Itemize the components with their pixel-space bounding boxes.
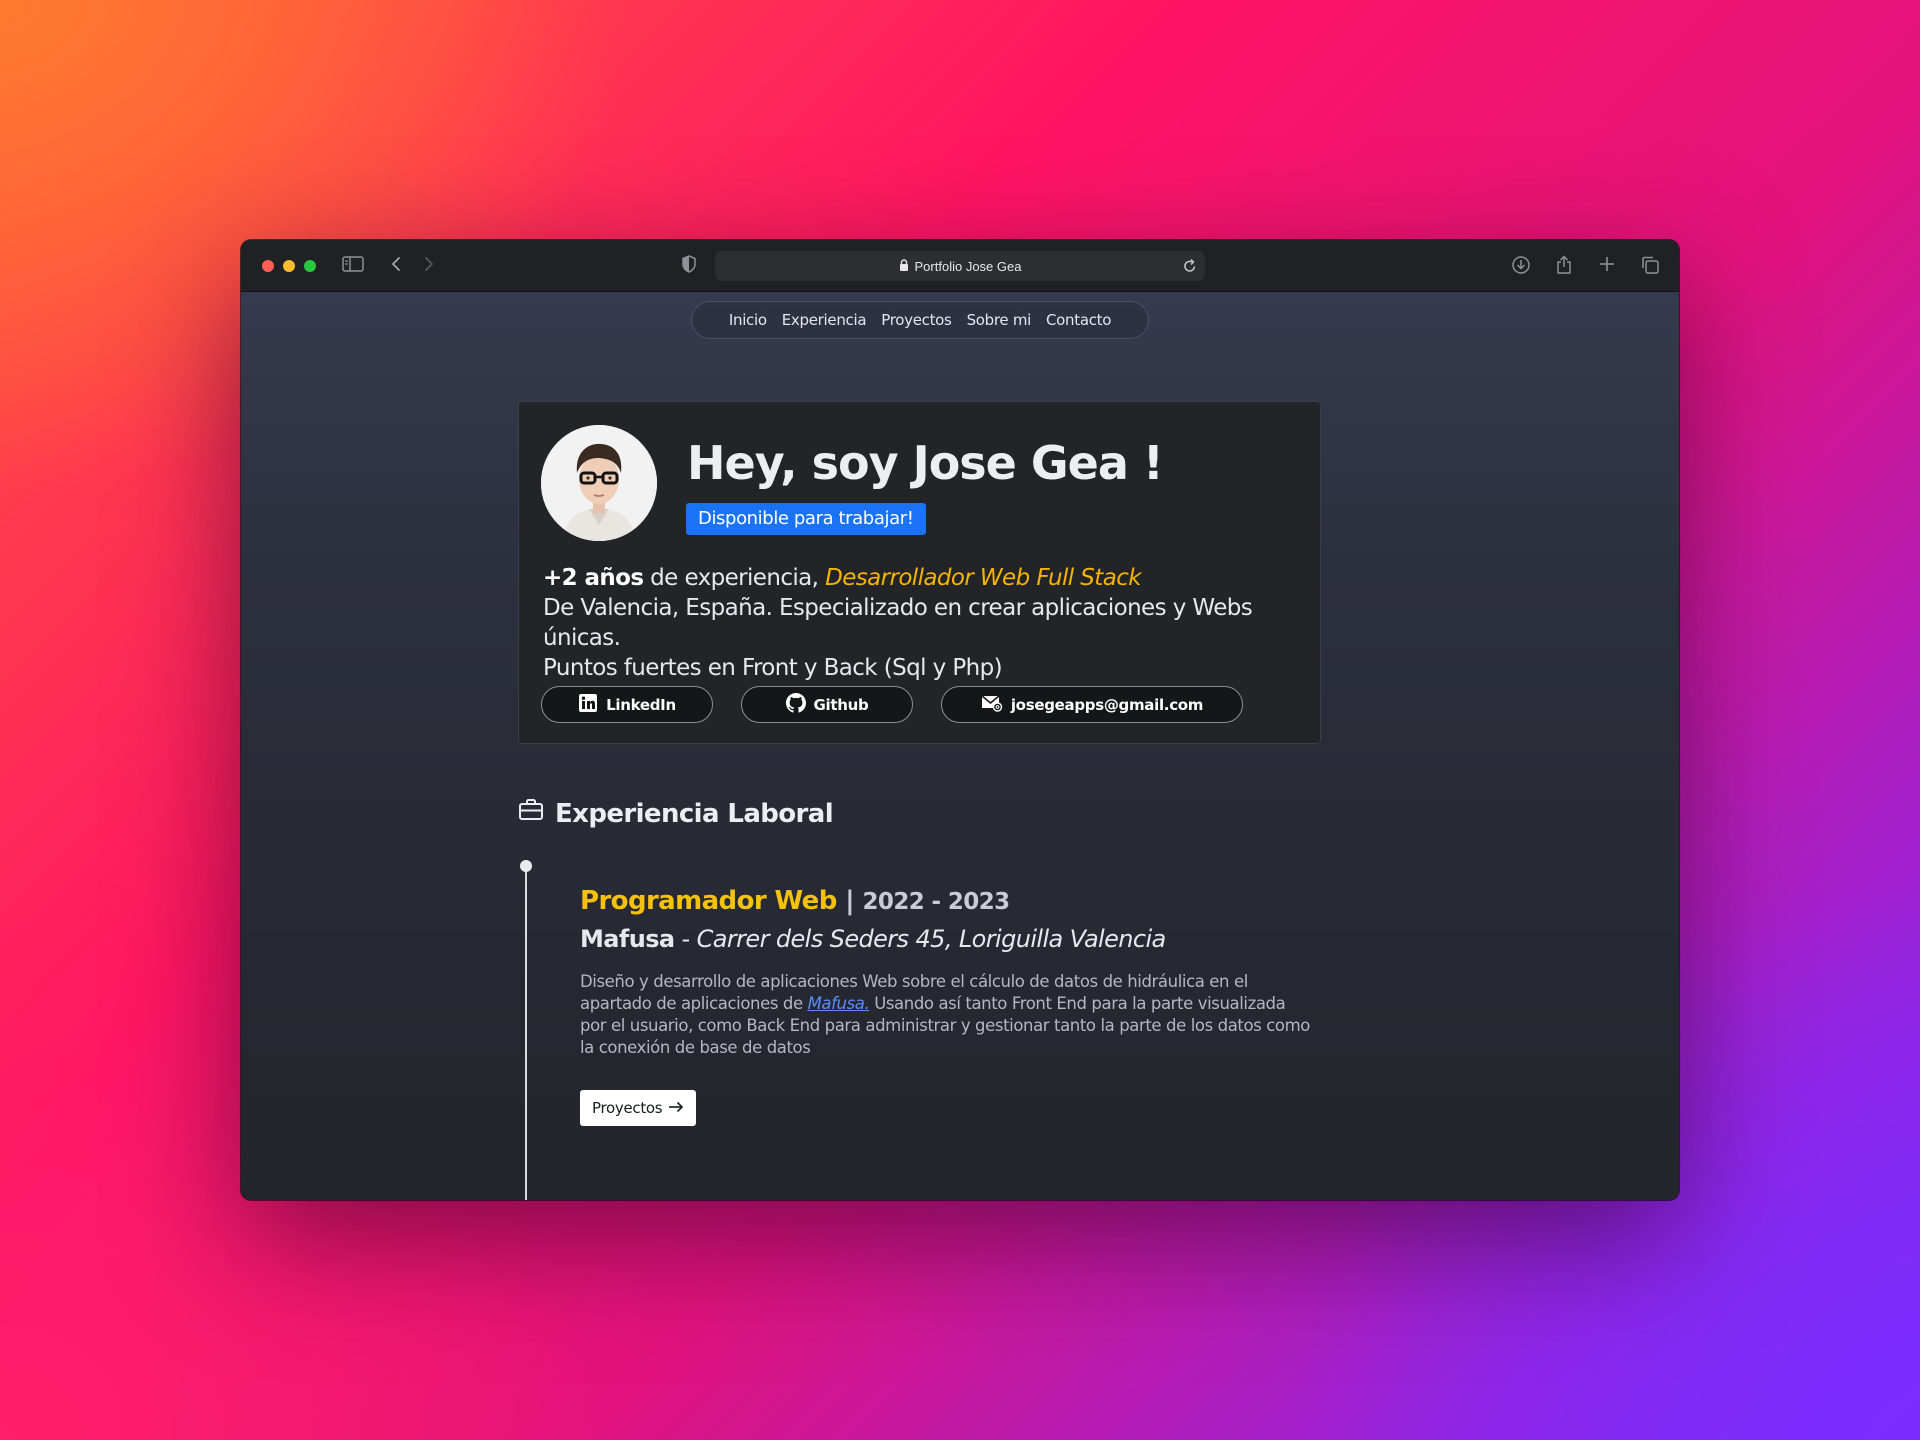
arrow-right-icon [668, 1099, 684, 1117]
strengths-line: Puntos fuertes en Front y Back (Sql y Ph… [543, 655, 1003, 681]
avatar [541, 425, 657, 541]
minimize-window-button[interactable] [283, 259, 295, 272]
email-button[interactable]: josegeapps@gmail.com [941, 686, 1243, 723]
job-separator: | [836, 886, 863, 916]
company-address: Carrer dels Seders 45, Loriguilla Valenc… [696, 925, 1167, 953]
linkedin-icon [578, 693, 598, 717]
github-button[interactable]: Github [741, 686, 913, 723]
experience-section-label: Experiencia Laboral [555, 798, 834, 829]
contact-buttons: LinkedIn Github josegeapps@gmail.com [541, 686, 1243, 723]
hero-card: Hey, soy Jose Gea ! Disponible para trab… [518, 401, 1321, 744]
nav-link-proyectos[interactable]: Proyectos [881, 311, 952, 329]
projects-button-label: Proyectos [592, 1099, 663, 1117]
location-line: De Valencia, España. Especializado en cr… [543, 595, 1253, 651]
job-years: 2022 - 2023 [862, 889, 1011, 915]
timeline-dot [520, 860, 532, 872]
hero-intro: +2 años de experiencia, Desarrollador We… [543, 563, 1313, 683]
reload-icon[interactable] [1183, 258, 1197, 277]
job-role: Programador Web [580, 886, 837, 916]
back-icon[interactable] [389, 255, 403, 278]
hero-title: Hey, soy Jose Gea ! [687, 436, 1164, 490]
github-icon [785, 692, 806, 717]
close-window-button[interactable] [262, 259, 274, 272]
new-tab-icon[interactable] [1598, 255, 1616, 278]
timeline-line [525, 867, 527, 1200]
job-role-highlight: Desarrollador Web Full Stack [825, 565, 1141, 591]
linkedin-button[interactable]: LinkedIn [541, 686, 713, 723]
availability-badge: Disponible para trabajar! [686, 503, 926, 535]
page-title-in-address-bar: Portfolio Jose Gea [914, 258, 1022, 274]
briefcase-icon [518, 798, 544, 829]
address-bar[interactable]: Portfolio Jose Gea [715, 251, 1205, 281]
linkedin-label: LinkedIn [606, 695, 676, 714]
github-label: Github [813, 695, 869, 714]
window-controls [262, 259, 316, 272]
downloads-icon[interactable] [1511, 255, 1531, 280]
company-dash: - [674, 925, 697, 953]
forward-icon[interactable] [422, 255, 436, 278]
browser-titlebar: Portfolio Jose Gea [241, 240, 1679, 292]
experience-section-title: Experiencia Laboral [518, 798, 834, 829]
experience-text: de experiencia, [643, 565, 826, 591]
browser-window: Portfolio Jose Gea Inicio Experiencia Pr… [241, 240, 1679, 1200]
sidebar-toggle-icon[interactable] [342, 255, 364, 278]
projects-button[interactable]: Proyectos [580, 1090, 697, 1126]
top-navigation: Inicio Experiencia Proyectos Sobre mi Co… [691, 301, 1149, 339]
nav-link-inicio[interactable]: Inicio [729, 311, 767, 329]
nav-link-contacto[interactable]: Contacto [1046, 311, 1111, 329]
experience-years: +2 años [543, 565, 644, 591]
experience-line: +2 años de experiencia, Desarrollador We… [543, 563, 1313, 593]
tab-overview-icon[interactable] [1640, 255, 1660, 280]
email-icon [981, 694, 1003, 716]
email-label: josegeapps@gmail.com [1010, 695, 1204, 714]
share-icon[interactable] [1555, 255, 1573, 280]
job-description: Diseño y desarrollo de aplicaciones Web … [580, 971, 1310, 1059]
page-viewport: Inicio Experiencia Proyectos Sobre mi Co… [241, 292, 1679, 1200]
nav-link-sobre-mi[interactable]: Sobre mi [967, 311, 1032, 329]
mafusa-link[interactable]: Mafusa. [808, 994, 870, 1013]
job-title: Programador Web | 2022 - 2023 [580, 886, 1010, 916]
privacy-shield-icon[interactable] [681, 255, 697, 278]
nav-link-experiencia[interactable]: Experiencia [782, 311, 867, 329]
zoom-window-button[interactable] [304, 259, 316, 272]
job-company: Mafusa - Carrer dels Seders 45, Loriguil… [580, 925, 1166, 953]
lock-icon [899, 258, 909, 274]
company-name: Mafusa [580, 925, 675, 953]
